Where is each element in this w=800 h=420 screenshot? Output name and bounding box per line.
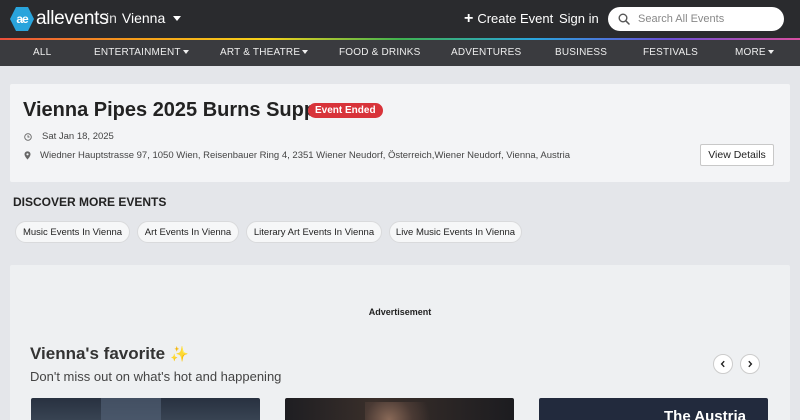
discover-title: DISCOVER MORE EVENTS [13, 195, 167, 209]
event-thumbnail[interactable] [285, 398, 514, 420]
nav-item-label: BUSINESS [555, 47, 608, 58]
nav-item-label: ADVENTURES [451, 47, 522, 58]
create-event-button[interactable]: + Create Event [464, 9, 554, 27]
event-card: Vienna Pipes 2025 Burns Supper Event End… [10, 84, 790, 182]
nav-item-all[interactable]: ALL [33, 47, 51, 58]
thumbnail-text: The Austria [664, 408, 746, 420]
event-thumbnail[interactable]: The Austria [539, 398, 768, 420]
search-box[interactable] [608, 7, 784, 31]
favorites-panel: Advertisement Vienna's favorite ✨ Don't … [10, 265, 790, 420]
carousel-prev-button[interactable] [713, 354, 733, 374]
chevron-right-icon [748, 360, 753, 368]
advertisement-label: Advertisement [368, 307, 432, 317]
logo-mark: ae [10, 7, 34, 31]
favorites-title-text: Vienna's favorite [30, 344, 166, 363]
event-date: Sat Jan 18, 2025 [42, 131, 114, 142]
nav-item-label: MORE [735, 47, 766, 58]
location-pin-icon [24, 151, 31, 160]
chevron-down-icon [173, 15, 182, 21]
nav-item-label: ALL [33, 47, 52, 58]
city-selector[interactable]: in Vienna [106, 10, 182, 26]
event-location: Wiedner Hauptstrasse 97, 1050 Wien, Reis… [40, 150, 570, 161]
chevron-left-icon [720, 360, 725, 368]
favorites-title: Vienna's favorite ✨ [30, 344, 189, 364]
nav-item-food-drinks[interactable]: FOOD & DRINKS [339, 47, 421, 58]
chevron-down-icon [767, 50, 774, 54]
chip-art-events[interactable]: Art Events In Vienna [137, 221, 239, 243]
top-header: ae allevents in Vienna + Create Event Si… [0, 0, 800, 38]
carousel-next-button[interactable] [740, 354, 760, 374]
nav-item-business[interactable]: BUSINESS [555, 47, 607, 58]
nav-item-more[interactable]: MORE [735, 47, 774, 58]
search-icon [618, 13, 630, 25]
city-prefix: in [106, 10, 117, 26]
plus-icon: + [464, 9, 474, 27]
view-details-button[interactable]: View Details [700, 144, 774, 166]
chip-literary-art-events[interactable]: Literary Art Events In Vienna [246, 221, 382, 243]
nav-item-festivals[interactable]: FESTIVALS [643, 47, 698, 58]
allevents-logo[interactable]: ae allevents [10, 7, 109, 31]
status-badge: Event Ended [308, 103, 383, 118]
nav-item-label: FOOD & DRINKS [339, 47, 421, 58]
nav-item-adventures[interactable]: ADVENTURES [451, 47, 521, 58]
create-event-label: Create Event [477, 11, 554, 26]
chip-music-events[interactable]: Music Events In Vienna [15, 221, 130, 243]
nav-item-label: ENTERTAINMENT [94, 47, 181, 58]
logo-text: allevents [36, 8, 109, 29]
favorites-subtitle: Don't miss out on what's hot and happeni… [30, 369, 282, 384]
chip-live-music-events[interactable]: Live Music Events In Vienna [389, 221, 522, 243]
city-name: Vienna [121, 10, 166, 26]
event-thumbnail[interactable] [31, 398, 260, 420]
event-date-row: Sat Jan 18, 2025 [24, 131, 114, 142]
sparkles-icon: ✨ [170, 346, 189, 363]
nav-item-entertainment[interactable]: ENTERTAINMENT [94, 47, 189, 58]
event-title: Vienna Pipes 2025 Burns Supper [23, 99, 335, 121]
nav-item-art-theatre[interactable]: ART & THEATRE [220, 47, 309, 58]
sign-in-link[interactable]: Sign in [559, 11, 599, 26]
nav-item-label: ART & THEATRE [220, 47, 301, 58]
chevron-down-icon [302, 50, 309, 54]
clock-icon [24, 132, 32, 141]
nav-item-label: FESTIVALS [643, 47, 698, 58]
chevron-down-icon [182, 50, 189, 54]
search-input[interactable] [638, 13, 778, 25]
category-nav: ALL ENTERTAINMENT ART & THEATRE FOOD & D… [0, 38, 800, 66]
event-location-row: Wiedner Hauptstrasse 97, 1050 Wien, Reis… [24, 150, 570, 161]
